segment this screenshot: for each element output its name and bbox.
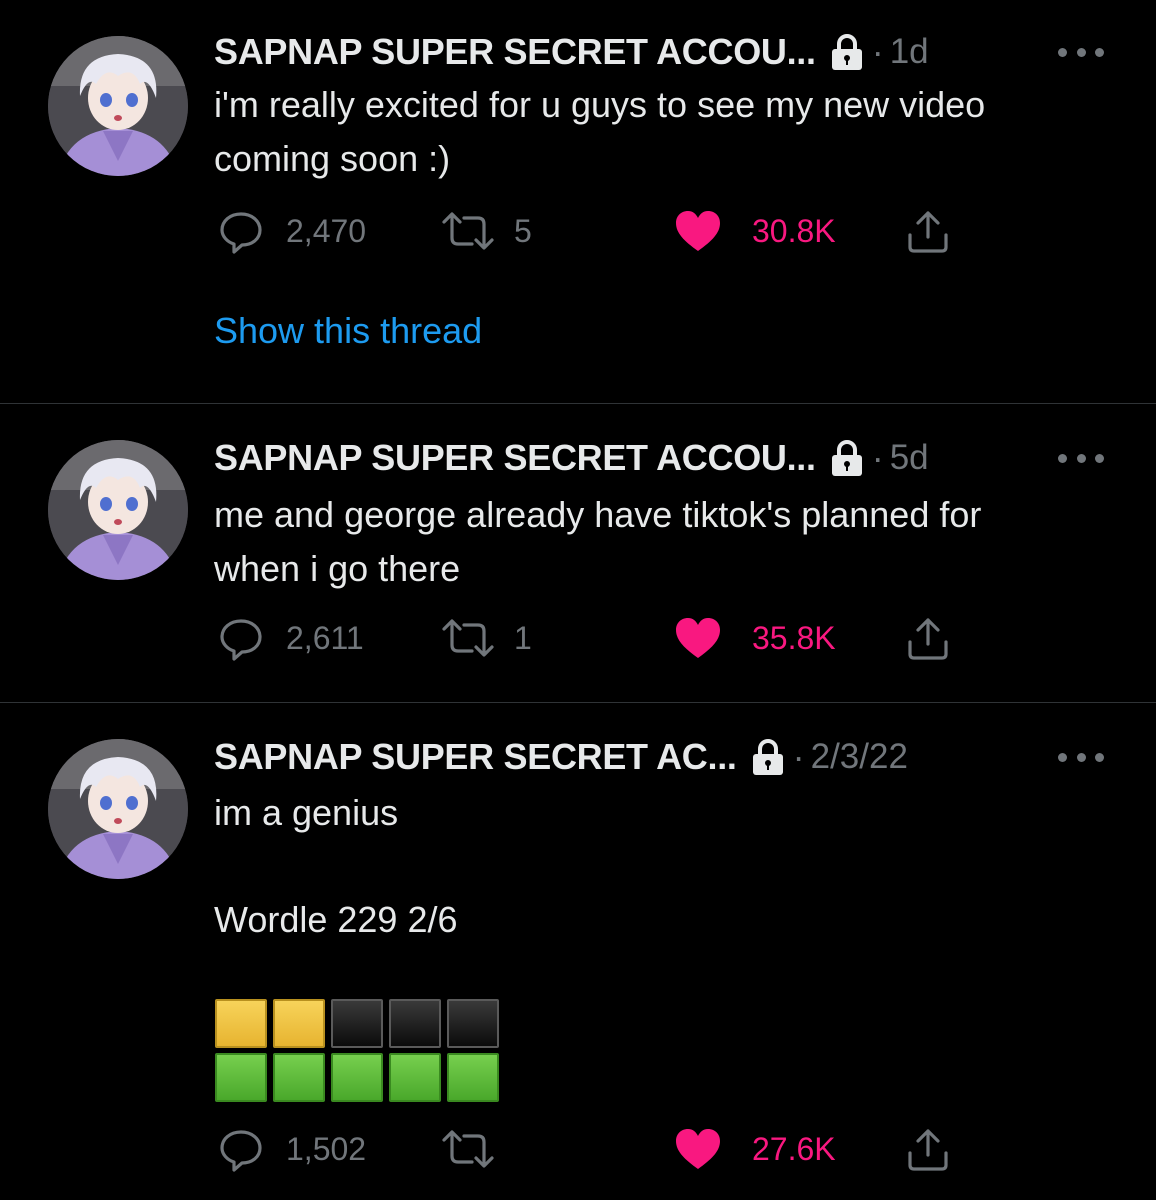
wordle-row bbox=[215, 999, 499, 1048]
lock-icon bbox=[831, 34, 862, 70]
more-icon[interactable] bbox=[1058, 42, 1104, 62]
retweet-button[interactable]: 1 bbox=[440, 614, 532, 662]
avatar[interactable] bbox=[48, 36, 188, 176]
reply-count: 2,611 bbox=[286, 619, 364, 656]
timestamp[interactable]: 2/3/22 bbox=[811, 737, 908, 777]
wordle-square-yellow bbox=[215, 999, 267, 1048]
like-count: 35.8K bbox=[752, 619, 836, 656]
retweet-count: 5 bbox=[514, 212, 532, 249]
wordle-square-green bbox=[447, 1053, 499, 1102]
share-icon bbox=[908, 1129, 948, 1171]
tweet-actions: 2,470 5 30.8K bbox=[214, 207, 974, 255]
wordle-row bbox=[215, 1053, 499, 1102]
wordle-square-black bbox=[389, 999, 441, 1048]
wordle-square-green bbox=[389, 1053, 441, 1102]
wordle-square-green bbox=[215, 1053, 267, 1102]
like-button[interactable]: 35.8K bbox=[674, 614, 836, 662]
like-count: 30.8K bbox=[752, 212, 836, 249]
tweet-text-line: im a genius bbox=[214, 792, 399, 833]
timestamp[interactable]: 5d bbox=[890, 438, 929, 478]
tweet-actions: 1,502 27.6K bbox=[214, 1125, 974, 1173]
tweet-text: i'm really excited for u guys to see my … bbox=[214, 78, 1114, 186]
lock-icon bbox=[831, 440, 862, 476]
heart-icon bbox=[676, 211, 720, 251]
share-icon bbox=[908, 211, 948, 253]
separator-dot: · bbox=[792, 736, 805, 777]
show-thread-link[interactable]: Show this thread bbox=[214, 310, 482, 352]
lock-icon bbox=[752, 739, 783, 775]
retweet-icon bbox=[442, 1130, 494, 1168]
retweet-button[interactable] bbox=[440, 1125, 514, 1173]
reply-button[interactable]: 1,502 bbox=[218, 1125, 366, 1173]
tweet-2[interactable]: SAPNAP SUPER SECRET ACCOU... · 5d me and… bbox=[0, 404, 1156, 702]
tweet-3[interactable]: SAPNAP SUPER SECRET AC... · 2/3/22 im a … bbox=[0, 703, 1156, 1200]
display-name[interactable]: SAPNAP SUPER SECRET AC... bbox=[214, 736, 737, 778]
heart-icon bbox=[676, 618, 720, 658]
wordle-square-green bbox=[331, 1053, 383, 1102]
tweet-actions: 2,611 1 35.8K bbox=[214, 614, 974, 662]
wordle-square-green bbox=[273, 1053, 325, 1102]
like-button[interactable]: 27.6K bbox=[674, 1125, 836, 1173]
avatar-image bbox=[48, 440, 188, 580]
display-name[interactable]: SAPNAP SUPER SECRET ACCOU... bbox=[214, 437, 816, 479]
tweet-text: me and george already have tiktok's plan… bbox=[214, 488, 1114, 596]
timestamp[interactable]: 1d bbox=[890, 32, 929, 72]
share-button[interactable] bbox=[904, 614, 952, 662]
tweet-header: SAPNAP SUPER SECRET ACCOU... · 1d bbox=[214, 30, 929, 74]
wordle-square-yellow bbox=[273, 999, 325, 1048]
reply-button[interactable]: 2,611 bbox=[218, 614, 364, 662]
tweet-header: SAPNAP SUPER SECRET AC... · 2/3/22 bbox=[214, 735, 908, 779]
tweet-header: SAPNAP SUPER SECRET ACCOU... · 5d bbox=[214, 436, 929, 480]
more-icon[interactable] bbox=[1058, 448, 1104, 468]
reply-icon bbox=[220, 619, 262, 661]
tweet-1[interactable]: SAPNAP SUPER SECRET ACCOU... · 1d i'm re… bbox=[0, 0, 1156, 403]
tweet-text-line: coming soon :) bbox=[214, 138, 451, 179]
heart-icon bbox=[676, 1129, 720, 1169]
reply-icon bbox=[220, 1130, 262, 1172]
wordle-square-black bbox=[331, 999, 383, 1048]
reply-icon bbox=[220, 212, 262, 254]
avatar-image bbox=[48, 36, 188, 176]
like-count: 27.6K bbox=[752, 1130, 836, 1167]
avatar[interactable] bbox=[48, 739, 188, 879]
share-icon bbox=[908, 618, 948, 660]
separator-dot: · bbox=[871, 31, 884, 72]
more-icon[interactable] bbox=[1058, 747, 1104, 767]
wordle-title: Wordle 229 2/6 bbox=[214, 899, 458, 940]
retweet-icon bbox=[442, 212, 494, 250]
reply-count: 2,470 bbox=[286, 212, 367, 249]
tweet-text: im a genius bbox=[214, 786, 1114, 840]
wordle-grid bbox=[215, 999, 499, 1107]
avatar[interactable] bbox=[48, 440, 188, 580]
like-button[interactable]: 30.8K bbox=[674, 207, 836, 255]
retweet-icon bbox=[442, 619, 494, 657]
share-button[interactable] bbox=[904, 1125, 952, 1173]
separator-dot: · bbox=[871, 437, 884, 478]
tweet-text-line: i'm really excited for u guys to see my … bbox=[214, 84, 986, 125]
retweet-button[interactable]: 5 bbox=[440, 207, 532, 255]
display-name[interactable]: SAPNAP SUPER SECRET ACCOU... bbox=[214, 31, 816, 73]
avatar-image bbox=[48, 739, 188, 879]
tweet-text-line: me and george already have tiktok's plan… bbox=[214, 494, 982, 535]
reply-button[interactable]: 2,470 bbox=[218, 207, 366, 255]
reply-count: 1,502 bbox=[286, 1130, 367, 1167]
wordle-square-black bbox=[447, 999, 499, 1048]
tweet-text-line: when i go there bbox=[214, 548, 461, 589]
retweet-count: 1 bbox=[514, 619, 532, 656]
share-button[interactable] bbox=[904, 207, 952, 255]
